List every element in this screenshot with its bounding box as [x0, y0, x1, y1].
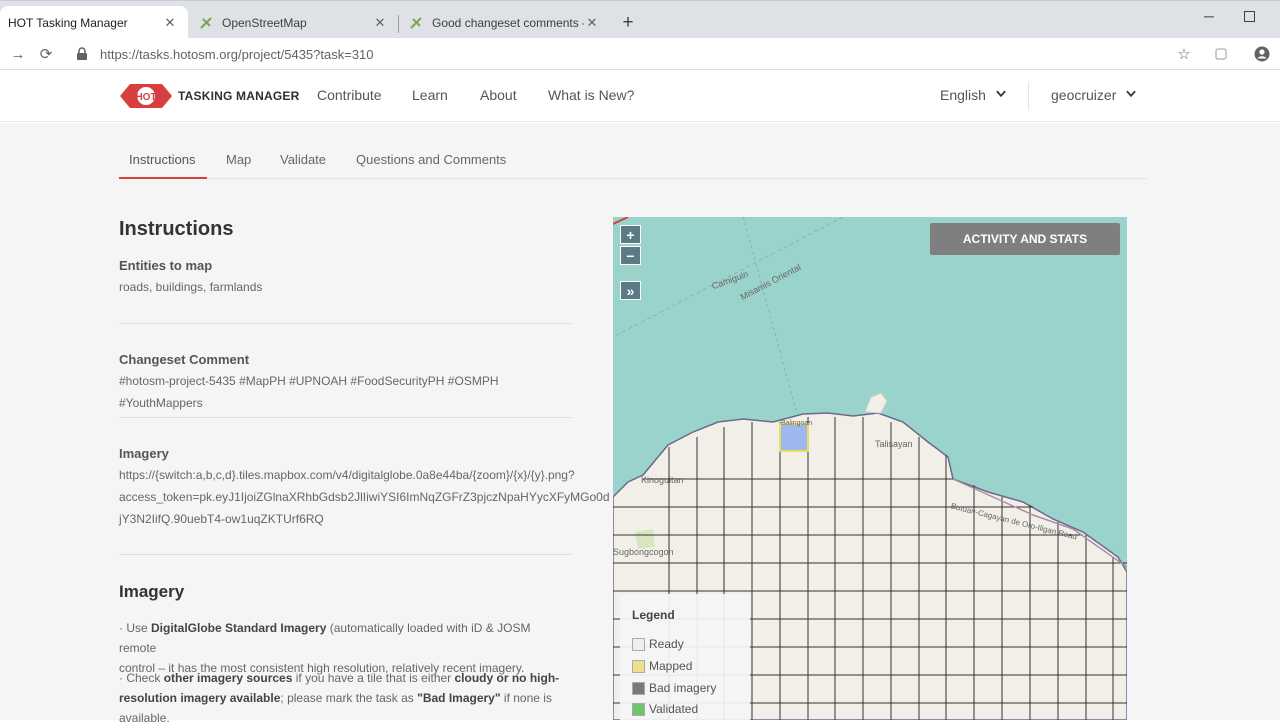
changeset-value: #hotosm-project-5435 #MapPH #UPNOAH #Foo… [119, 374, 499, 410]
section-divider [119, 323, 571, 324]
address-bar[interactable]: https://tasks.hotosm.org/project/5435?ta… [70, 41, 1200, 67]
legend-swatch [632, 702, 645, 716]
zoom-in-button[interactable]: + [620, 225, 641, 244]
tab-hot-tasking-manager[interactable]: HOT Tasking Manager ✕ [0, 6, 188, 39]
map-label-sugbongcogon: Sugbongcogon [613, 547, 674, 557]
legend-swatch [632, 681, 645, 695]
nav-contribute[interactable]: Contribute [317, 87, 382, 103]
entities-label: Entities to map [119, 258, 213, 273]
language-label: English [940, 87, 986, 103]
extension-icon[interactable] [1211, 44, 1231, 64]
imagery-url-line1: https://{switch:a,b,c,d}.tiles.mapbox.co… [119, 468, 575, 482]
imagery-label: Imagery [119, 446, 169, 461]
legend-swatch [632, 637, 645, 651]
maximize-icon[interactable] [1237, 7, 1261, 25]
forward-arrow-icon[interactable]: → [8, 44, 28, 64]
language-dropdown[interactable]: English [940, 87, 1006, 103]
browser-tab-strip: HOT Tasking Manager ✕ OpenStreetMap ✕ Go… [0, 0, 1280, 39]
svg-text:HOT: HOT [135, 92, 156, 103]
section-divider [119, 554, 571, 555]
new-tab-plus-icon[interactable]: + [618, 12, 638, 33]
username: geocruizer [1051, 87, 1117, 103]
nav-what-is-new[interactable]: What is New? [548, 87, 634, 103]
imagery-url-line3: jY3N2IifQ.90uebT4-ow1uqZKTUrf6RQ [119, 512, 324, 526]
close-icon[interactable]: ✕ [372, 15, 388, 31]
legend-bad-imagery: Bad imagery [632, 681, 716, 695]
task-map[interactable]: + − » ACTIVITY AND STATS Camiguin Misami… [613, 217, 1127, 720]
entities-value: roads, buildings, farmlands [119, 280, 263, 294]
minimize-icon[interactable]: ─ [1197, 7, 1221, 25]
legend-swatch [632, 659, 645, 673]
tab-map[interactable]: Map [226, 152, 251, 167]
tab-validate[interactable]: Validate [280, 152, 326, 167]
active-tab-underline [119, 177, 207, 179]
reload-icon[interactable]: ⟳ [36, 44, 56, 64]
project-content: Instructions Map Validate Questions and … [0, 123, 1280, 725]
browser-toolbar: → ⟳ https://tasks.hotosm.org/project/543… [0, 38, 1280, 70]
chevron-down-icon [996, 90, 1006, 100]
zoom-out-button[interactable]: − [620, 246, 641, 265]
osm-favicon-icon [198, 15, 214, 31]
project-subtabs: Instructions Map Validate Questions and … [119, 123, 1147, 179]
map-legend: Legend Ready Mapped Bad imagery Validate… [620, 594, 750, 720]
tab-instructions[interactable]: Instructions [129, 152, 195, 167]
chevron-down-icon [1126, 90, 1137, 100]
legend-mapped: Mapped [632, 659, 692, 673]
hot-logo-icon: HOT [120, 84, 172, 108]
activity-and-stats-button[interactable]: ACTIVITY AND STATS [930, 223, 1120, 255]
section-divider [119, 417, 571, 418]
map-label-talisayan: Talisayan [875, 439, 913, 449]
close-icon[interactable]: ✕ [162, 15, 178, 31]
close-icon[interactable]: ✕ [584, 15, 600, 31]
tab-openstreetmap[interactable]: OpenStreetMap ✕ [190, 6, 398, 39]
star-bookmark-icon[interactable]: ☆ [1174, 44, 1194, 64]
changeset-label: Changeset Comment [119, 352, 250, 367]
map-label-kinoguitan: Kinoguitan [641, 475, 684, 485]
user-menu[interactable]: geocruizer [1051, 87, 1137, 103]
map-label-balingoan: Balingoan [781, 420, 813, 427]
imagery-heading: Imagery [119, 582, 185, 601]
instructions-heading: Instructions [119, 218, 234, 240]
nav-learn[interactable]: Learn [412, 87, 448, 103]
tab-separator [398, 15, 399, 33]
site-header: HOT TASKING MANAGER Contribute Learn Abo… [0, 70, 1280, 122]
imagery-url-line2: access_token=pk.eyJ1IjoiZGlnaXRhbGdsb2Jl… [119, 490, 610, 504]
url-text: https://tasks.hotosm.org/project/5435?ta… [100, 46, 374, 62]
osm-favicon-icon [408, 15, 424, 31]
tab-title: HOT Tasking Manager [8, 15, 128, 30]
tab-good-changeset-comments[interactable]: Good changeset comments - Op ✕ [400, 6, 610, 39]
nav-about[interactable]: About [480, 87, 517, 103]
hot-logo[interactable]: HOT TASKING MANAGER [120, 80, 299, 112]
tab-questions-and-comments[interactable]: Questions and Comments [356, 152, 506, 167]
tab-title: Good changeset comments - Op [432, 15, 584, 30]
header-divider [1028, 82, 1029, 110]
lock-icon [76, 47, 90, 61]
legend-title: Legend [632, 608, 675, 622]
legend-ready: Ready [632, 637, 684, 651]
expand-panel-button[interactable]: » [620, 281, 641, 300]
tab-title: OpenStreetMap [222, 15, 307, 30]
logo-text: TASKING MANAGER [178, 89, 300, 103]
account-icon[interactable] [1252, 44, 1272, 64]
imagery-bullet-2: · Check other imagery sources if you hav… [119, 671, 560, 725]
legend-validated: Validated [632, 702, 698, 716]
